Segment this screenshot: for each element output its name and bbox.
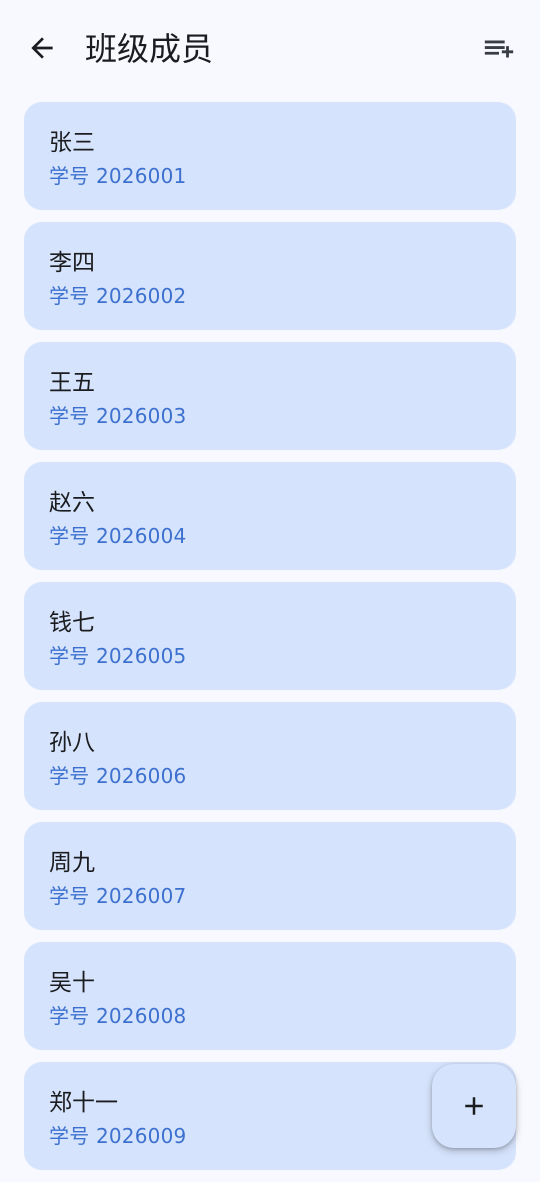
member-card[interactable]: 王五 学号 2026003: [24, 342, 516, 450]
arrow-left-icon: [31, 37, 53, 59]
member-name: 钱七: [49, 610, 95, 636]
member-student-id: 学号 2026005: [49, 644, 187, 668]
member-name: 郑十一: [49, 1090, 118, 1116]
add-member-fab[interactable]: [432, 1064, 516, 1148]
member-student-id: 学号 2026008: [49, 1004, 187, 1028]
member-student-id: 学号 2026009: [49, 1124, 187, 1148]
page-title: 班级成员: [85, 30, 214, 68]
member-student-id: 学号 2026002: [49, 284, 187, 308]
member-card[interactable]: 李四 学号 2026002: [24, 222, 516, 330]
member-card[interactable]: 赵六 学号 2026004: [24, 462, 516, 570]
playlist-add-icon: [484, 40, 514, 58]
member-card[interactable]: 张三 学号 2026001: [24, 102, 516, 210]
member-student-id: 学号 2026007: [49, 884, 187, 908]
member-name: 赵六: [49, 490, 95, 516]
member-card[interactable]: 孙八 学号 2026006: [24, 702, 516, 810]
member-student-id: 学号 2026003: [49, 404, 187, 428]
member-name: 王五: [49, 370, 95, 396]
member-name: 周九: [49, 850, 95, 876]
back-button[interactable]: [22, 28, 62, 68]
top-app-bar: 班级成员: [0, 0, 540, 96]
member-name: 张三: [49, 130, 95, 156]
plus-icon: [465, 1097, 483, 1115]
member-name: 李四: [49, 250, 95, 276]
member-list: 张三 学号 2026001 李四 学号 2026002 王五 学号 202600…: [24, 102, 516, 1182]
member-card[interactable]: 周九 学号 2026007: [24, 822, 516, 930]
member-name: 吴十: [49, 970, 95, 996]
add-to-list-button[interactable]: [478, 28, 520, 70]
member-student-id: 学号 2026006: [49, 764, 187, 788]
member-student-id: 学号 2026001: [49, 164, 187, 188]
member-card[interactable]: 钱七 学号 2026005: [24, 582, 516, 690]
member-student-id: 学号 2026004: [49, 524, 187, 548]
member-card[interactable]: 吴十 学号 2026008: [24, 942, 516, 1050]
member-name: 孙八: [49, 730, 95, 756]
